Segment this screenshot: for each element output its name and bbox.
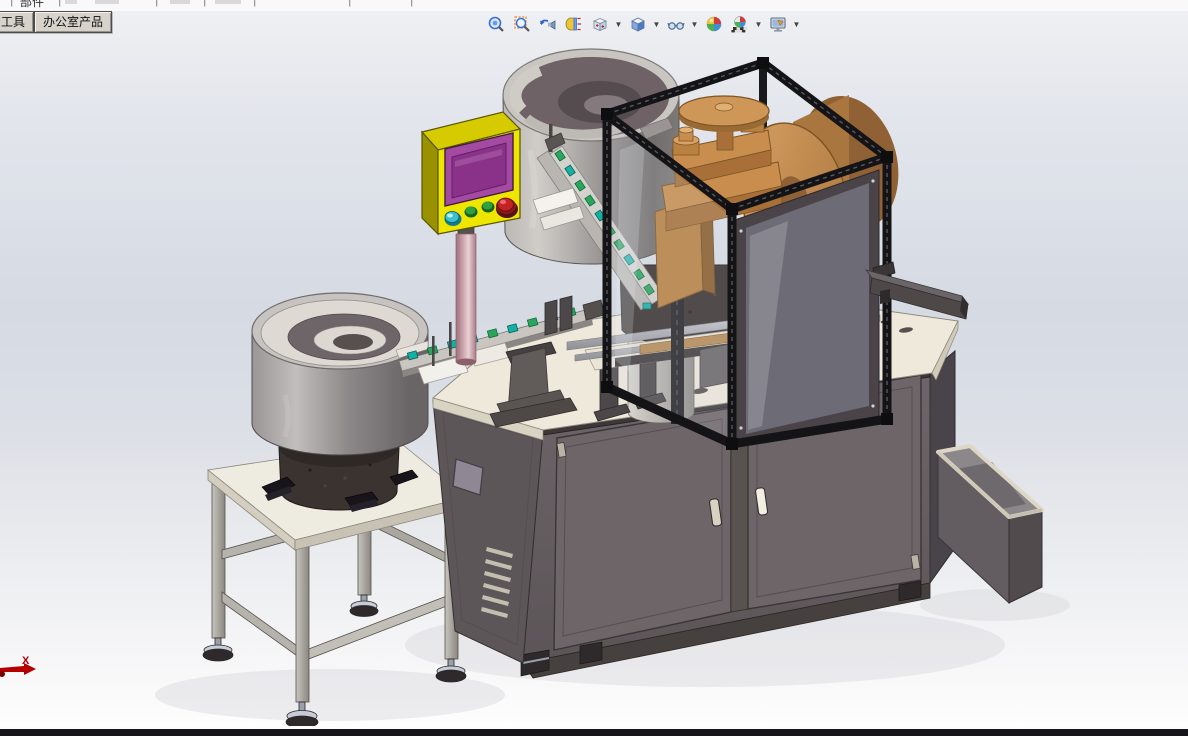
command-strip-label: 部件 xyxy=(20,0,45,9)
edit-appearance-button[interactable] xyxy=(702,13,725,35)
zoom-fit-icon xyxy=(488,16,504,32)
chevron-down-icon[interactable]: ▼ xyxy=(126,0,135,2)
view-settings-icon xyxy=(769,17,786,32)
separator: | xyxy=(253,0,256,7)
clipped-button xyxy=(65,0,77,4)
separator: | xyxy=(203,0,206,7)
clipped-button xyxy=(95,0,119,4)
previous-view-icon xyxy=(539,19,555,30)
chevron-down-icon[interactable]: ▼ xyxy=(614,13,623,35)
view-orientation-icon xyxy=(592,18,607,32)
separator: | xyxy=(10,0,13,7)
view-settings-button[interactable] xyxy=(766,13,789,35)
separator: | xyxy=(348,0,351,7)
separator: | xyxy=(58,0,61,7)
chevron-down-icon[interactable]: ▼ xyxy=(80,0,89,2)
triad-x-label: X xyxy=(22,655,30,667)
control-panel[interactable] xyxy=(420,111,522,366)
chevron-down-icon[interactable]: ▼ xyxy=(652,13,661,35)
clipped-button xyxy=(215,0,241,4)
apply-scene-icon xyxy=(730,16,747,33)
chevron-down-icon[interactable]: ▼ xyxy=(754,13,763,35)
display-style-icon xyxy=(630,17,645,32)
command-strip: | 部件 | ▼ ▼ | | | | | xyxy=(0,0,1188,11)
display-style-button[interactable] xyxy=(626,13,649,35)
section-view-icon xyxy=(565,17,581,31)
zoom-to-fit-button[interactable] xyxy=(484,13,507,35)
parts-bin[interactable] xyxy=(936,444,1044,605)
eyeglasses-icon xyxy=(666,22,685,30)
zoom-area-icon xyxy=(513,16,530,32)
view-orientation-button[interactable] xyxy=(588,13,611,35)
apply-scene-button[interactable] xyxy=(728,13,751,35)
window-bottom-edge xyxy=(0,729,1188,736)
previous-view-button[interactable] xyxy=(536,13,559,35)
orientation-triad: X xyxy=(0,655,36,677)
section-view-button[interactable] xyxy=(562,13,585,35)
chevron-down-icon[interactable]: ▼ xyxy=(690,13,699,35)
viewport-3d[interactable]: X xyxy=(0,0,1188,736)
chevron-down-icon[interactable]: ▼ xyxy=(792,13,801,35)
solidworks-window: { "command_strip": { "partial_label": "部… xyxy=(0,0,1188,736)
zoom-to-area-button[interactable] xyxy=(510,13,533,35)
separator: | xyxy=(155,0,158,7)
headsup-view-toolbar: ▼ ▼ ▼ ▼ ▼ xyxy=(484,13,801,35)
hide-show-items-button[interactable] xyxy=(664,13,687,35)
clipped-button xyxy=(170,0,190,4)
tab-office-products[interactable]: 办公室产品 xyxy=(34,11,112,33)
panel-pole xyxy=(455,233,477,363)
tab-tools[interactable]: 工具 xyxy=(0,11,34,33)
appearance-sphere-icon xyxy=(706,16,721,32)
separator: | xyxy=(410,0,413,7)
